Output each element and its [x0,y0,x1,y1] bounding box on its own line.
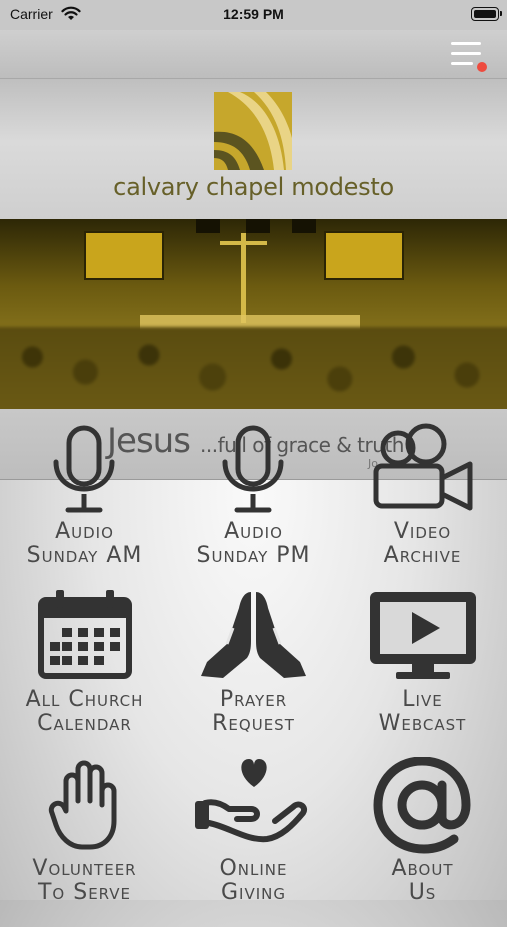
tile-volunteer-to-serve[interactable]: Volunteer To Serve [0,757,169,927]
microphone-icon [53,425,115,513]
heart-in-hand-icon [195,759,307,843]
hamburger-menu-icon [451,42,481,45]
tile-label: Prayer [219,687,288,712]
monitor-play-icon [370,592,476,679]
tile-live-webcast[interactable]: Live Webcast [338,588,507,758]
video-camera-icon [373,423,473,511]
projection-screen [324,231,404,280]
tile-label: Video [393,519,452,544]
tile-label: Us [408,880,437,905]
tile-online-giving[interactable]: Online Giving [169,757,338,927]
tile-label: Calendar [37,711,132,736]
tile-audio-sunday-pm[interactable]: Audio Sunday PM [169,420,338,590]
notification-dot [477,62,487,72]
battery-icon [471,7,502,21]
tile-video-archive[interactable]: Video Archive [338,420,507,590]
tile-label: About [391,856,454,881]
tile-label: Online [219,856,288,881]
church-logo-icon [214,92,292,170]
speaker [196,219,220,233]
at-sign-icon [373,757,471,854]
tile-label: Live [402,687,443,712]
speaker [292,219,316,233]
projection-screen [84,231,164,280]
tile-label: Sunday AM [26,543,143,568]
tile-label: Volunteer [32,856,137,881]
calendar-icon [38,590,132,679]
hamburger-bar [451,62,473,65]
tile-audio-sunday-am[interactable]: Audio Sunday AM [0,420,169,590]
tile-label: Audio [224,519,283,544]
cross [241,233,246,323]
logo-header: calvary chapel modesto [0,79,507,219]
status-bar: Carrier 12:59 PM [0,0,507,30]
top-nav-bar [0,30,507,79]
raised-hand-icon [48,760,117,850]
tile-about-us[interactable]: About Us [338,757,507,927]
cross-bar [220,241,267,245]
church-name: calvary chapel modesto [113,173,394,201]
tile-label: Request [212,711,295,736]
status-time: 12:59 PM [223,6,284,22]
menu-button[interactable] [449,40,487,72]
tile-label: Webcast [378,711,467,736]
congregation [0,327,507,409]
microphone-icon [222,425,284,513]
tile-all-church-calendar[interactable]: All Church Calendar [0,588,169,758]
hamburger-bar [451,52,481,55]
tile-label: Archive [383,543,462,568]
tile-label: Audio [55,519,114,544]
worship-banner-image [0,219,507,409]
speaker [246,219,270,233]
praying-hands-icon [201,592,306,678]
tile-label: All Church [25,687,144,712]
tile-label: Giving [220,880,286,905]
tile-label: To Serve [37,880,132,905]
tile-label: Sunday PM [196,543,311,568]
tile-prayer-request[interactable]: Prayer Request [169,588,338,758]
